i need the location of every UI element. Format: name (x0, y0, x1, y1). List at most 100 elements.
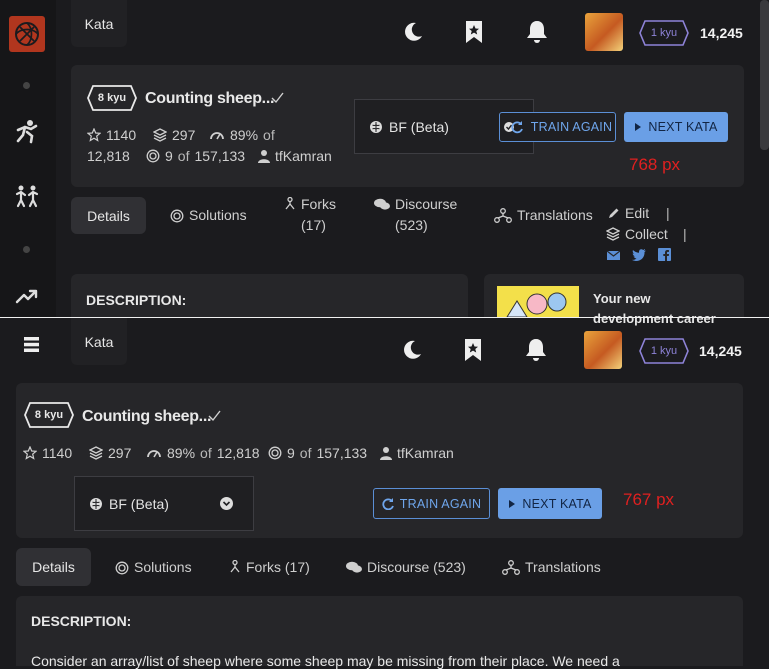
rank-badge: 1 kyu (639, 338, 689, 364)
description-heading: DESCRIPTION: (31, 613, 132, 629)
tab-translations[interactable]: Translations (494, 205, 593, 226)
completed-count: 9 (287, 445, 295, 461)
notifications-icon[interactable] (525, 19, 549, 48)
training-icon[interactable] (14, 118, 40, 147)
satisfaction-pct: 89% (167, 445, 196, 461)
author-stat[interactable]: tfKamran (258, 148, 332, 164)
tab-details[interactable]: Details (16, 548, 91, 586)
completed-stat: 9 of 157,133 (146, 148, 245, 164)
stars-stat: 1140 (87, 127, 136, 143)
tab-forks-count: (17) (301, 217, 326, 233)
user-avatar[interactable] (584, 331, 622, 369)
tab-solutions[interactable]: Solutions (170, 205, 247, 226)
next-kata-label: NEXT KATA (522, 496, 592, 511)
translations-icon (502, 560, 520, 575)
play-icon (635, 123, 642, 131)
train-again-button[interactable]: TRAIN AGAIN (499, 112, 616, 142)
gauge-icon (147, 450, 161, 458)
width-annotation-bottom: 767 px (623, 490, 675, 509)
ad-text: Your new development career (593, 289, 716, 329)
scrollbar[interactable] (760, 0, 769, 150)
kata-nav-tab[interactable]: Kata (71, 318, 127, 365)
twitter-share-icon[interactable] (631, 248, 646, 264)
facebook-share-icon[interactable] (657, 248, 671, 264)
tab-discourse-count: (523) (395, 217, 428, 233)
satisfaction-total: 12,818 (87, 148, 130, 164)
honor-score: 14,245 (699, 343, 742, 359)
tab-discourse-label: Discourse (395, 196, 458, 212)
gauge-icon (210, 132, 224, 140)
train-again-label: TRAIN AGAIN (530, 120, 613, 134)
sidebar-dot-1 (23, 82, 30, 89)
chevron-down-icon (220, 497, 233, 510)
tab-translations[interactable]: Translations (502, 557, 601, 578)
honor-score: 14,245 (700, 25, 743, 41)
chat-icon (346, 561, 362, 573)
collections-stat: 297 (153, 127, 195, 143)
user-avatar[interactable] (585, 13, 623, 51)
satisfaction-pct: 89% (230, 127, 259, 143)
completed-stat: 9 of 157,133 (268, 445, 367, 461)
tab-discourse[interactable]: Discourse (523) (374, 194, 457, 236)
stars-count: 1140 (106, 127, 137, 143)
share-links (606, 248, 679, 264)
edit-action[interactable]: Edit (608, 203, 649, 224)
author-name[interactable]: tfKamran (275, 148, 332, 164)
collect-action[interactable]: Collect (606, 224, 668, 245)
kata-nav-tab[interactable]: Kata (71, 0, 127, 47)
tab-forks-label: Forks (301, 196, 336, 212)
tab-forks[interactable]: Forks (17) (229, 557, 310, 578)
collect-divider: | (683, 226, 687, 242)
ad-image (497, 286, 579, 317)
stars-stat: 1140 (23, 445, 72, 461)
target-icon (146, 149, 160, 163)
collections-stat: 297 (89, 445, 131, 461)
tab-translations-label: Translations (525, 559, 601, 575)
completed-of: of (299, 445, 312, 461)
brain-icon (90, 497, 102, 510)
rank-label: 1 kyu (650, 345, 678, 357)
tab-solutions-label: Solutions (189, 207, 247, 223)
next-kata-button[interactable]: NEXT KATA (498, 488, 602, 519)
practice-icon[interactable] (14, 183, 40, 212)
dark-mode-icon[interactable] (402, 21, 424, 46)
kyu-badge: 8 kyu (87, 85, 137, 111)
leaderboard-icon[interactable] (15, 287, 39, 308)
tab-details[interactable]: Details (71, 197, 146, 234)
codewars-logo[interactable] (9, 16, 45, 52)
author-name[interactable]: tfKamran (397, 445, 454, 461)
ad-line-1: Your new (593, 291, 651, 306)
stack-icon (606, 227, 620, 241)
sidebar-dot-2 (23, 246, 30, 253)
target-icon (170, 209, 184, 223)
completed-check-icon (271, 91, 284, 107)
language-label: BF (Beta) (389, 118, 449, 135)
refresh-icon (503, 121, 523, 134)
email-share-icon[interactable] (606, 248, 621, 264)
bookmark-icon[interactable] (464, 20, 484, 47)
play-icon (509, 499, 516, 508)
tab-solutions-label: Solutions (134, 559, 192, 575)
user-icon (258, 150, 270, 163)
tab-discourse[interactable]: Discourse (523) (346, 557, 466, 578)
completed-count: 9 (165, 148, 173, 164)
kyu-badge: 8 kyu (24, 402, 74, 428)
notifications-icon[interactable] (524, 337, 548, 366)
completed-check-icon (208, 409, 221, 425)
satisfaction-total: 12,818 (216, 445, 260, 461)
tab-solutions[interactable]: Solutions (115, 557, 192, 578)
dark-mode-icon[interactable] (401, 339, 423, 364)
tab-forks[interactable]: Forks (17) (284, 194, 336, 236)
hamburger-menu-icon[interactable] (24, 337, 39, 355)
target-icon (115, 561, 129, 575)
bookmark-icon[interactable] (463, 338, 483, 365)
train-again-button[interactable]: TRAIN AGAIN (373, 488, 490, 519)
fork-icon (285, 197, 295, 210)
completed-total: 157,133 (194, 148, 246, 164)
author-stat[interactable]: tfKamran (380, 445, 454, 461)
next-kata-button[interactable]: NEXT KATA (624, 112, 728, 142)
star-icon (23, 446, 37, 460)
rank-label: 1 kyu (650, 27, 678, 39)
language-select[interactable]: BF (Beta) (74, 476, 254, 531)
train-again-label: TRAIN AGAIN (399, 496, 482, 511)
